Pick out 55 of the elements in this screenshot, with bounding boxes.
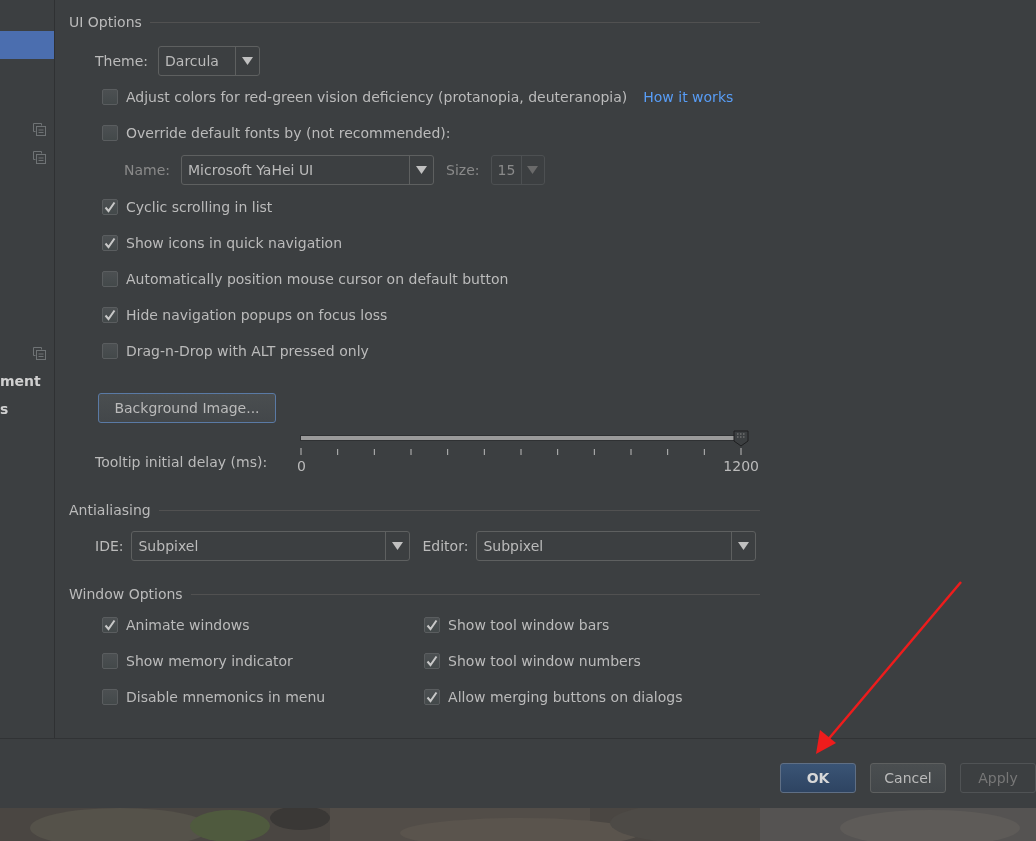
checkbox-label: Show icons in quick navigation (126, 235, 343, 251)
tick-label: 1200 (723, 458, 759, 474)
checkbox[interactable] (102, 125, 118, 141)
checkbox-label: Hide navigation popups on focus loss (126, 307, 388, 323)
checkbox[interactable] (102, 89, 118, 105)
checkbox-label: Allow merging buttons on dialogs (448, 689, 683, 705)
checkbox-label: Automatically position mouse cursor on default button (126, 271, 509, 287)
dropdown[interactable]: Darcula (158, 46, 260, 76)
checkbox[interactable] (102, 617, 118, 633)
checkbox-label: Show tool window numbers (448, 653, 641, 669)
copy-icon (33, 150, 46, 164)
dropdown-arrow-icon (392, 542, 404, 550)
checkbox[interactable] (102, 653, 118, 669)
dropdown[interactable]: Subpixel (476, 531, 757, 561)
checkbox[interactable] (102, 689, 118, 705)
slider-label: Tooltip initial delay (ms): (95, 454, 269, 470)
checkbox[interactable] (102, 271, 118, 287)
field-label: IDE: (95, 538, 124, 554)
tick-label: 0 (297, 458, 306, 474)
sidebar-item[interactable]: s (0, 401, 9, 417)
section-title: UI Options (69, 14, 142, 30)
field-label: Size: (446, 162, 480, 178)
checkbox-label: Cyclic scrolling in list (126, 199, 273, 215)
dropdown-arrow-icon (416, 166, 428, 174)
dropdown-arrow-icon (527, 166, 539, 174)
checkbox-label: Drag-n-Drop with ALT pressed only (126, 343, 369, 359)
dropdown-arrow-icon (738, 542, 750, 550)
field-label: Theme: (95, 53, 148, 69)
copy-icon (33, 346, 46, 360)
checkbox-label: Override default fonts by (not recommended): (126, 125, 451, 141)
checkbox[interactable] (424, 617, 441, 633)
checkbox-label: Adjust colors for red-green vision deficiency (protanopia, deuteranopia) (126, 89, 628, 105)
checkbox[interactable] (102, 235, 118, 251)
dropdown-arrow-icon (242, 57, 253, 65)
dropdown[interactable]: Subpixel (131, 531, 411, 561)
dialog-button[interactable]: OK (780, 762, 856, 793)
dialog-button[interactable]: Cancel (870, 762, 946, 793)
checkbox[interactable] (102, 343, 118, 359)
sidebar-item[interactable]: ment (0, 373, 41, 389)
section-title: Window Options (69, 586, 183, 602)
checkbox-label: Show tool window bars (448, 617, 610, 633)
field-label: Editor: (422, 538, 469, 554)
help-link[interactable]: How it works (643, 89, 734, 105)
section-title: Antialiasing (69, 502, 151, 518)
checkbox-label: Show memory indicator (126, 653, 293, 669)
checkbox[interactable] (102, 199, 118, 215)
copy-icon (33, 122, 46, 136)
checkbox[interactable] (424, 653, 441, 669)
checkbox[interactable] (102, 307, 118, 323)
checkbox-label: Animate windows (126, 617, 250, 633)
field-label: Name: (124, 162, 171, 178)
background-image-button[interactable]: Background Image... (98, 393, 276, 423)
slider-thumb[interactable] (733, 430, 749, 447)
checkbox-label: Disable mnemonics in menu (126, 689, 326, 705)
checkbox[interactable] (424, 689, 441, 705)
